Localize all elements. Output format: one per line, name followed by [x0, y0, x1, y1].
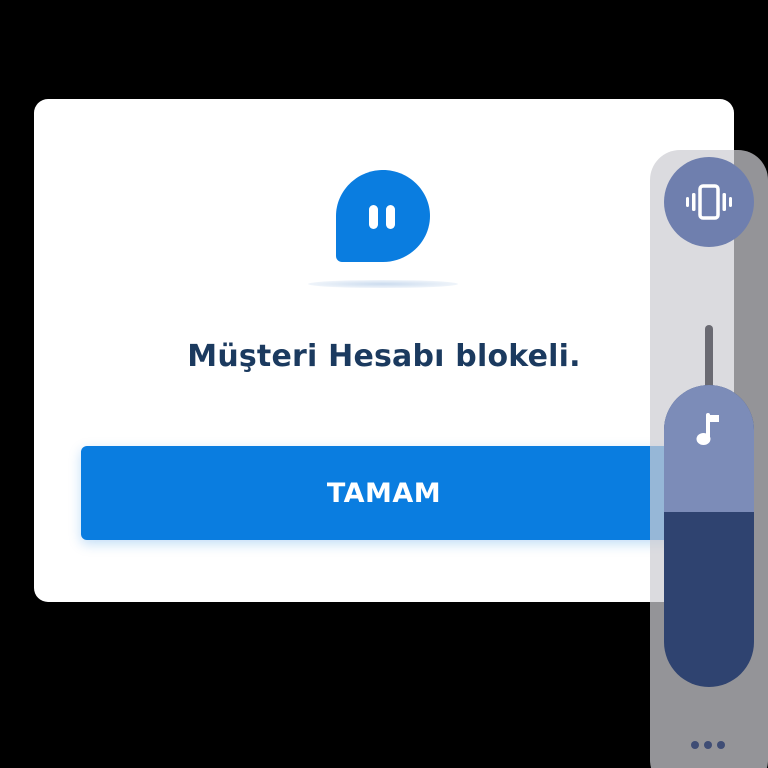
- alert-dialog: Müşteri Hesabı blokeli. TAMAM: [34, 99, 734, 602]
- vibrate-icon: [686, 184, 732, 220]
- icon-shadow: [308, 280, 458, 288]
- dialog-message: Müşteri Hesabı blokeli.: [187, 339, 581, 374]
- ok-button[interactable]: TAMAM: [81, 446, 687, 540]
- more-settings-button[interactable]: [679, 728, 739, 762]
- media-volume-slider[interactable]: [664, 385, 754, 687]
- paused-chat-bubble-icon: [336, 170, 430, 262]
- screen: Müşteri Hesabı blokeli. TAMAM: [0, 0, 768, 768]
- ringer-mode-vibrate-button[interactable]: [664, 157, 754, 247]
- music-note-icon: [696, 413, 719, 445]
- more-dots-icon: [691, 741, 725, 749]
